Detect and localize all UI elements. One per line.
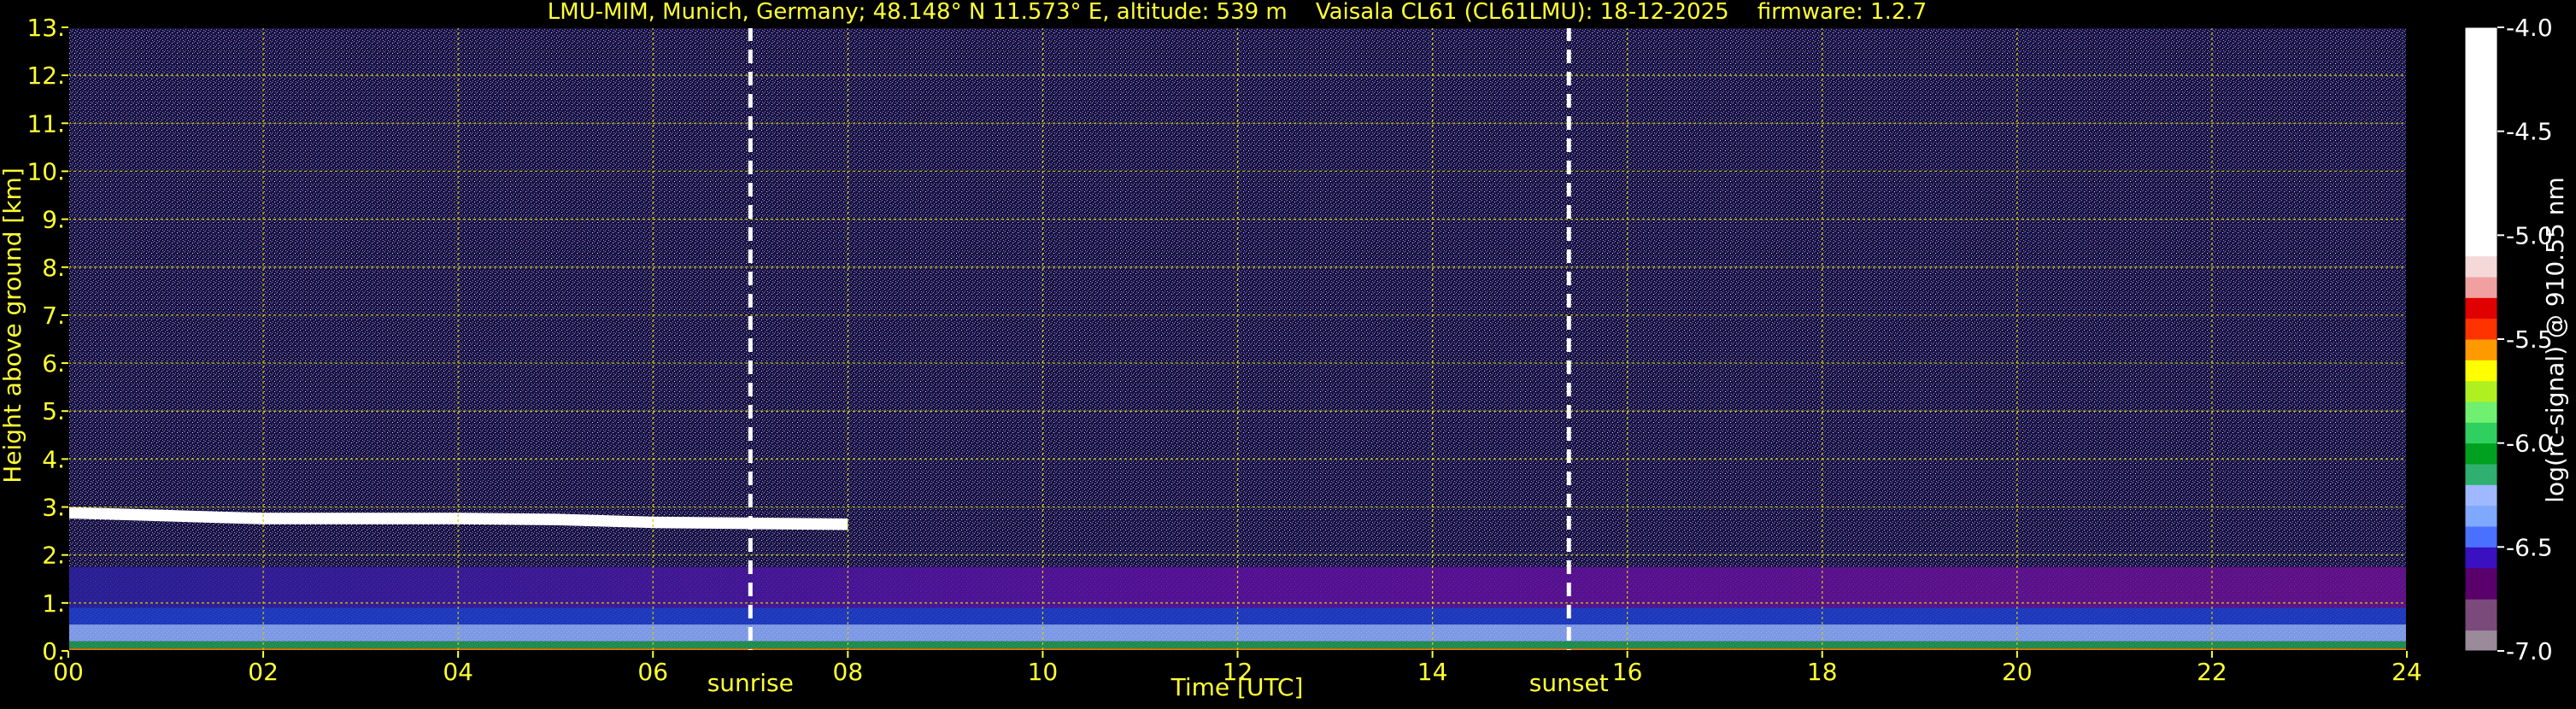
colorbar-segment xyxy=(2465,380,2497,402)
colorbar-tick-label: -7.0 xyxy=(2506,637,2553,665)
x-tick-label: 14 xyxy=(1417,658,1448,686)
y-tick-label: 3. xyxy=(42,494,65,522)
x-tick-label: 02 xyxy=(248,658,279,686)
colorbar-segment xyxy=(2465,401,2497,423)
x-tick-label: 08 xyxy=(833,658,864,686)
colorbar-segment xyxy=(2465,360,2497,382)
colorbar-segment xyxy=(2465,27,2497,257)
y-tick-label: 11. xyxy=(26,109,65,138)
colorbar-segment xyxy=(2465,599,2497,631)
marker-label-sunrise: sunrise xyxy=(707,669,794,697)
y-tick-label: 1. xyxy=(42,589,65,618)
x-tick-label: 04 xyxy=(443,658,473,686)
colorbar-segment xyxy=(2465,567,2497,600)
colorbar-segment xyxy=(2465,464,2497,485)
y-axis-label: Height above ground [km] xyxy=(0,167,26,483)
x-tick-label: 22 xyxy=(2197,658,2227,686)
colorbar-segment xyxy=(2465,422,2497,444)
colorbar-tick-label: -4.5 xyxy=(2506,118,2553,146)
colorbar-segment xyxy=(2465,255,2497,278)
colorbar-segment xyxy=(2465,547,2497,569)
colorbar-segment xyxy=(2465,484,2497,507)
y-tick-label: 5. xyxy=(42,397,65,425)
colorbar-segment xyxy=(2465,505,2497,527)
x-axis-label: Time [UTC] xyxy=(1171,673,1304,701)
x-tick-label: 18 xyxy=(1807,658,1838,686)
colorbar-segment xyxy=(2465,339,2497,360)
y-tick-label: 8. xyxy=(42,254,65,282)
y-tick-label: 6. xyxy=(42,349,65,378)
x-tick-label: 10 xyxy=(1028,658,1059,686)
y-tick-label: 2. xyxy=(42,542,65,570)
chart-title: LMU-MIM, Munich, Germany; 48.148° N 11.5… xyxy=(548,0,1927,25)
marker-label-sunset: sunset xyxy=(1529,669,1609,697)
colorbar-label: log(rc-signal) @ 910.55 nm xyxy=(2541,177,2569,502)
colorbar-segment xyxy=(2465,630,2497,652)
y-tick-label: 10. xyxy=(26,157,65,185)
colorbar-tick-label: -4.0 xyxy=(2506,14,2553,42)
colorbar-segment xyxy=(2465,318,2497,340)
backscatter-chart: sunrise sunset 00 02 04 06 08 10 12 14 16 18 20 22 24… xyxy=(0,0,2576,706)
x-tick-label: 06 xyxy=(637,658,668,686)
y-tick-label: 12. xyxy=(26,62,65,90)
y-tick-label: 0. xyxy=(42,637,65,665)
y-tick-label: 13. xyxy=(26,14,65,42)
x-tick-label: 20 xyxy=(2002,658,2033,686)
colorbar-tick-label: -6.5 xyxy=(2506,533,2553,561)
colorbar-segment xyxy=(2465,442,2497,465)
y-tick-label: 7. xyxy=(42,302,65,330)
colorbar-segment xyxy=(2465,526,2497,548)
y-tick-label: 4. xyxy=(42,445,65,473)
ceilometer-figure: sunrise sunset 00 02 04 06 08 10 12 14 16 18 20 22 24… xyxy=(0,0,2576,706)
colorbar-segment xyxy=(2465,277,2497,298)
x-tick-label: 24 xyxy=(2391,658,2422,686)
colorbar-segment xyxy=(2465,297,2497,319)
y-tick-label: 9. xyxy=(42,206,65,234)
x-tick-label: 16 xyxy=(1612,658,1643,686)
